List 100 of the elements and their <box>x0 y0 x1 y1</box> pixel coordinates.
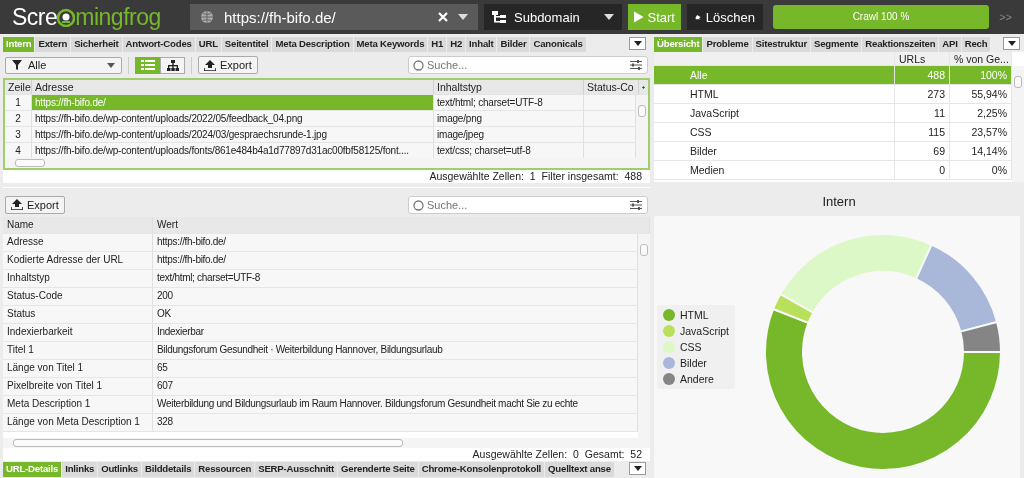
scrollbar[interactable] <box>5 158 648 168</box>
tab[interactable]: Antwort-Codes <box>122 37 195 52</box>
scrollbar[interactable] <box>636 95 648 158</box>
table-cell[interactable]: Medien <box>654 161 895 179</box>
tab[interactable]: SERP-Ausschnitt <box>255 462 338 477</box>
caret-icon <box>604 14 614 20</box>
table-cell: 2 <box>5 111 32 126</box>
table-cell: 488 <box>895 66 950 84</box>
column-header[interactable]: Inhaltstyp <box>434 80 584 94</box>
caret-icon <box>107 62 115 68</box>
search-field[interactable]: Suche... <box>408 56 648 74</box>
tab[interactable]: H1 <box>428 37 447 52</box>
tab[interactable]: Reaktionszeiten <box>862 37 939 52</box>
table-cell: 3 <box>5 127 32 142</box>
legend-label: HTML <box>680 309 709 321</box>
column-header[interactable]: Adresse <box>32 80 434 94</box>
upload-icon <box>204 59 216 71</box>
table-cell: Status <box>3 306 153 323</box>
tab[interactable]: Extern <box>35 37 71 52</box>
tab-menu-button[interactable] <box>1003 37 1020 50</box>
tab[interactable]: Inhalt <box>466 37 497 52</box>
tab[interactable]: Bilder <box>497 37 530 52</box>
mode-dropdown[interactable]: Subdomain <box>484 4 622 30</box>
table-cell: Kodierte Adresse der URL <box>3 252 153 269</box>
caret-icon <box>1007 41 1016 46</box>
scrollbar[interactable] <box>1012 66 1024 182</box>
column-header[interactable]: Name <box>3 217 153 233</box>
tab[interactable]: H2 <box>447 37 466 52</box>
export-button[interactable]: Export <box>198 56 258 74</box>
url-field[interactable]: https://fh-bifo.de/ <box>190 4 478 30</box>
tab[interactable]: Quelltext anse <box>545 462 614 477</box>
play-icon <box>634 10 644 24</box>
tab-menu-button[interactable] <box>629 37 646 50</box>
chart-title: Intern <box>821 193 857 211</box>
tab[interactable]: Segmente <box>811 37 862 52</box>
tab[interactable]: Seitentitel <box>221 37 272 52</box>
tab[interactable]: URL <box>195 37 221 52</box>
filter-settings-icon <box>630 199 642 210</box>
table-cell: Inhaltstyp <box>3 270 153 287</box>
table-cell[interactable]: Bilder <box>654 142 895 160</box>
table-cell: text/html; charset=UTF-8 <box>434 95 584 110</box>
tab[interactable]: Canonicals <box>530 37 586 52</box>
table-cell: Meta Description 1 <box>3 396 153 413</box>
tab-menu-button[interactable] <box>629 462 646 475</box>
scrollbar[interactable] <box>638 234 650 438</box>
tab[interactable]: Sicherheit <box>71 37 122 52</box>
tab[interactable]: Gerenderte Seite <box>338 462 418 477</box>
filter-icon <box>12 60 22 70</box>
filter-dropdown[interactable]: Alle <box>5 56 122 74</box>
table-cell: 69 <box>895 142 950 160</box>
status-text: Filter insgesamt: 488 <box>541 170 642 183</box>
legend-label: CSS <box>680 341 702 353</box>
tab[interactable]: API <box>939 37 961 52</box>
table-cell: 115 <box>895 123 950 141</box>
table-cell: Titel 1 <box>3 342 153 359</box>
table-cell: https://fh-bifo.de/wp-content/uploads/2024/03/gespraechsrunde-1.jpg <box>32 127 434 142</box>
column-header[interactable]: % von Ge... <box>950 52 1012 65</box>
tab[interactable]: Rech <box>961 37 991 52</box>
column-header[interactable]: Zeile <box>5 80 32 94</box>
tab[interactable]: Meta Keywords <box>353 37 428 52</box>
column-header[interactable]: Status-Co <box>584 80 639 94</box>
table-cell: Status-Code <box>3 288 153 305</box>
tab[interactable]: Bilddetails <box>141 462 195 477</box>
tab[interactable]: Sitestruktur <box>752 37 811 52</box>
caret-icon <box>633 41 642 46</box>
table-cell: Länge von Titel 1 <box>3 360 153 377</box>
url-value: https://fh-bifo.de/ <box>224 8 337 26</box>
table-cell: Indexierbarkeit <box>3 324 153 341</box>
tab[interactable]: Ressourcen <box>195 462 255 477</box>
progress-label: Crawl 100 % <box>851 11 911 22</box>
tab[interactable]: Outlinks <box>98 462 141 477</box>
tab[interactable]: Probleme <box>703 37 752 52</box>
tab[interactable]: Meta Description <box>272 37 353 52</box>
table-cell[interactable]: CSS <box>654 123 895 141</box>
search-icon <box>413 60 424 71</box>
table-cell: 273 <box>895 85 950 103</box>
frog-icon <box>57 7 76 27</box>
export-button[interactable]: Export <box>5 195 65 214</box>
table-cell: Pixelbreite von Titel 1 <box>3 378 153 395</box>
scrollbar[interactable] <box>3 438 650 448</box>
table-cell: https://fh-bifo.de/ <box>32 95 434 110</box>
caret-icon <box>633 466 642 471</box>
tab[interactable]: Inlinks <box>62 462 98 477</box>
filter-settings-icon <box>630 60 642 70</box>
caret-icon[interactable] <box>458 14 468 20</box>
status-text: Gesamt: 52 <box>584 448 642 461</box>
table-cell[interactable]: JavaScript <box>654 104 895 122</box>
table-cell[interactable]: HTML <box>654 85 895 103</box>
legend-label: Bilder <box>680 357 707 369</box>
tab[interactable]: Chrome-Konsolenprotokoll <box>418 462 545 477</box>
tree-view-button[interactable] <box>160 56 185 74</box>
table-cell: https://fh-bifo.de/wp-content/uploads/2022/05/feedback_04.png <box>32 111 434 126</box>
column-header[interactable]: Wert <box>153 217 650 233</box>
status-text: Ausgewählte Zellen: 1 <box>429 170 536 183</box>
legend-label: JavaScript <box>680 325 730 337</box>
column-header[interactable]: URLs <box>895 52 950 65</box>
table-cell: image/jpeg <box>434 127 584 142</box>
search-field[interactable]: Suche... <box>408 195 648 214</box>
clear-button[interactable]: Löschen <box>687 4 763 30</box>
close-icon[interactable] <box>438 12 448 22</box>
